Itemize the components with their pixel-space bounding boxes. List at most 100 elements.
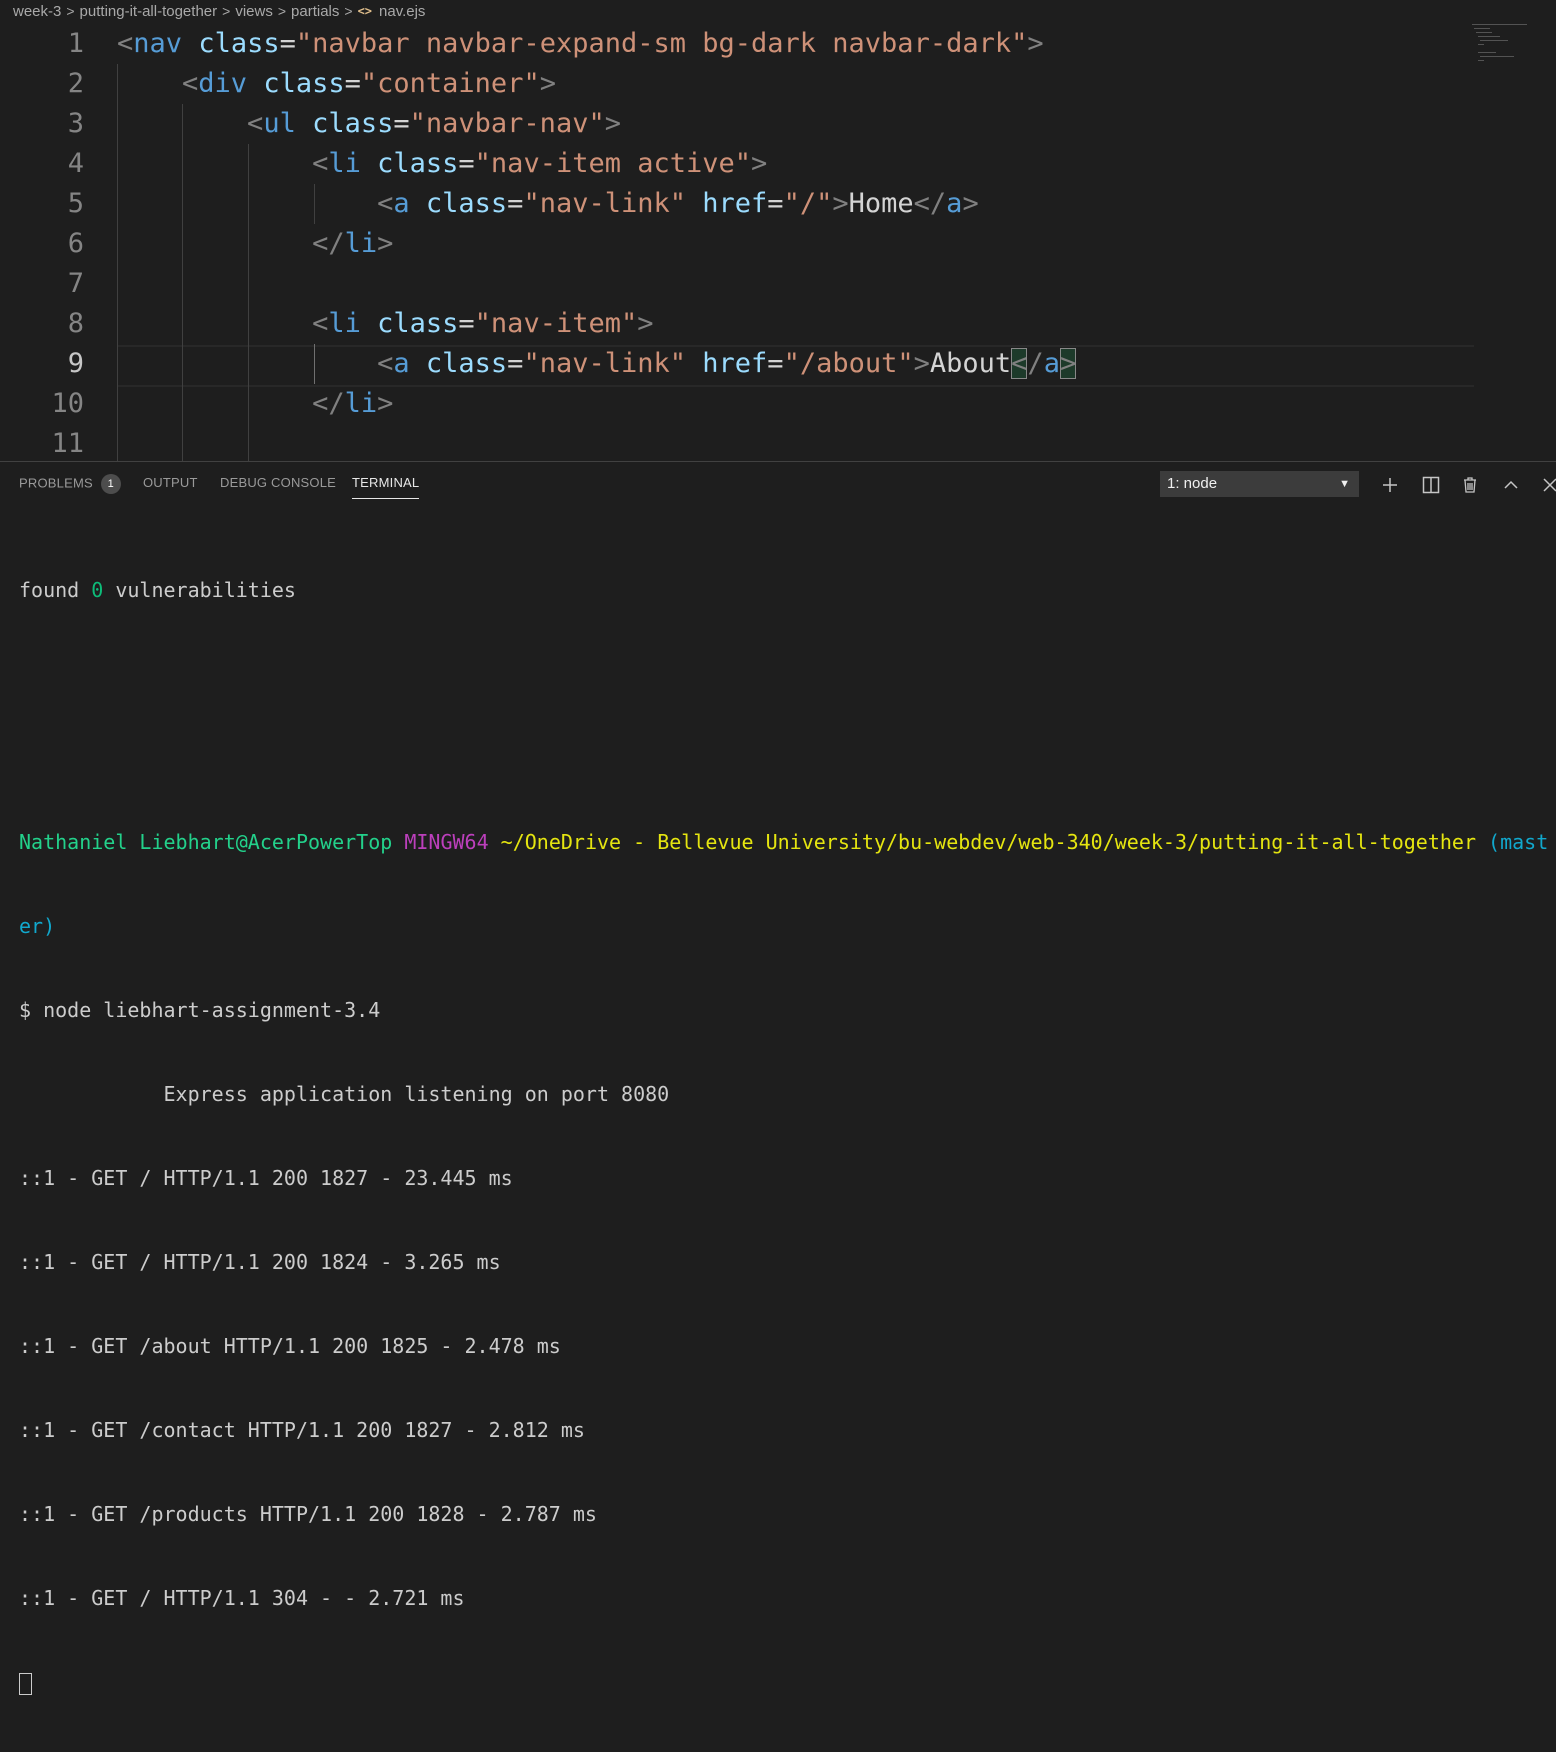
- code-line[interactable]: 2 <div class="container">: [0, 64, 1556, 104]
- code-content: <li class="nav-item">: [117, 304, 654, 344]
- chevron-right-icon: >: [344, 3, 353, 19]
- tag-bracket: >: [751, 148, 768, 179]
- tag-bracket: <: [247, 108, 264, 139]
- attr-value: "nav-link": [523, 188, 686, 219]
- minimap[interactable]: [1472, 24, 1542, 69]
- attr-name: href: [702, 188, 768, 219]
- prompt-env: MINGW64: [404, 830, 489, 854]
- terminal-output[interactable]: found 0 vulnerabilities Nathaniel Liebha…: [19, 520, 1549, 1752]
- tab-problems-label: PROBLEMS: [19, 475, 93, 491]
- attr-equals: =: [279, 28, 296, 59]
- tag-bracket: >: [637, 308, 654, 339]
- tag-bracket: /: [929, 188, 947, 219]
- breadcrumb-item-week-3[interactable]: week-3: [13, 3, 61, 20]
- angle-brackets-icon: <>: [357, 4, 373, 18]
- tab-output[interactable]: OUTPUT: [143, 475, 198, 490]
- tag-bracket: <: [182, 68, 199, 99]
- vulnerability-count: 0: [91, 578, 104, 602]
- tag-bracket: <: [117, 28, 134, 59]
- terminal-line: found 0 vulnerabilities: [19, 576, 1549, 604]
- attr-value: "/": [783, 188, 833, 219]
- tag-bracket: <: [312, 308, 329, 339]
- plus-icon[interactable]: [1379, 474, 1401, 496]
- breadcrumb-file[interactable]: nav.ejs: [379, 3, 425, 20]
- tag-bracket: >: [1059, 348, 1077, 379]
- problems-count-badge: 1: [100, 474, 121, 494]
- terminal-select[interactable]: 1: node ▼: [1160, 471, 1359, 497]
- element-text: Home: [848, 188, 914, 219]
- code-content: </li>: [117, 224, 393, 264]
- code-line[interactable]: 3 <ul class="navbar-nav">: [0, 104, 1556, 144]
- attr-equals: =: [344, 68, 361, 99]
- tag-name: nav: [133, 28, 183, 59]
- code-editor[interactable]: 1 <nav class="navbar navbar-expand-sm bg-…: [0, 24, 1556, 461]
- breadcrumb-item-views[interactable]: views: [235, 3, 273, 20]
- tab-problems[interactable]: PROBLEMS 1: [19, 474, 121, 494]
- tag-bracket: >: [377, 228, 394, 259]
- tag-name: a: [946, 188, 963, 219]
- attr-equals: =: [458, 148, 475, 179]
- code-line[interactable]: 4 <li class="nav-item active">: [0, 144, 1556, 184]
- code-line[interactable]: 8 <li class="nav-item">: [0, 304, 1556, 344]
- prompt-branch: (mast: [1488, 830, 1549, 854]
- prompt-branch-wrap: er): [19, 914, 56, 938]
- code-line[interactable]: 6 </li>: [0, 224, 1556, 264]
- tag-bracket: <: [1011, 348, 1028, 379]
- terminal-line: ::1 - GET / HTTP/1.1 200 1827 - 23.445 m…: [19, 1166, 513, 1190]
- terminal-command: $ node liebhart-assignment-3.4: [19, 998, 381, 1022]
- terminal-line: ::1 - GET /contact HTTP/1.1 200 1827 - 2…: [19, 1418, 585, 1442]
- line-number: 9: [67, 348, 84, 379]
- split-icon[interactable]: [1420, 474, 1442, 496]
- tag-name: ul: [263, 108, 296, 139]
- attr-name: href: [702, 348, 768, 379]
- code-line[interactable]: 11: [0, 424, 1556, 461]
- close-icon[interactable]: [1539, 474, 1556, 496]
- code-line[interactable]: 10 </li>: [0, 384, 1556, 424]
- tag-bracket: >: [604, 108, 621, 139]
- terminal-cursor: [19, 1672, 32, 1695]
- tab-debug-console[interactable]: DEBUG CONSOLE: [220, 475, 336, 490]
- chevron-right-icon: >: [222, 3, 231, 19]
- tag-bracket: <: [913, 188, 930, 219]
- tab-terminal[interactable]: TERMINAL: [352, 475, 420, 499]
- line-number: 7: [67, 268, 84, 299]
- attr-name: class: [425, 348, 508, 379]
- code-line[interactable]: 5 <a class="nav-link" href="/">Home</a>: [0, 184, 1556, 224]
- tag-bracket: <: [312, 148, 329, 179]
- code-content: <nav class="navbar navbar-expand-sm bg-d…: [117, 24, 1044, 64]
- attr-name: class: [198, 28, 280, 59]
- attr-name: class: [425, 188, 508, 219]
- terminal-line: ::1 - GET /products HTTP/1.1 200 1828 - …: [19, 1502, 597, 1526]
- line-number: 2: [67, 68, 84, 99]
- code-line[interactable]: 7: [0, 264, 1556, 304]
- prompt-user: Nathaniel Liebhart@AcerPowerTop: [19, 830, 393, 854]
- trash-icon[interactable]: [1459, 474, 1481, 496]
- code-content: <li class="nav-item active">: [117, 144, 767, 184]
- tag-bracket: >: [539, 68, 556, 99]
- code-content: <div class="container">: [117, 64, 556, 104]
- attr-equals: =: [393, 108, 410, 139]
- code-content: <ul class="navbar-nav">: [117, 104, 621, 144]
- tag-bracket: >: [913, 348, 930, 379]
- attr-name: class: [312, 108, 394, 139]
- line-number: 5: [67, 188, 84, 219]
- chevron-up-icon[interactable]: [1500, 474, 1522, 496]
- terminal-text: vulnerabilities: [103, 578, 296, 602]
- tag-bracket: </: [312, 228, 345, 259]
- line-number: 11: [51, 428, 84, 459]
- tag-name: li: [328, 148, 361, 179]
- attr-value: "nav-item": [474, 308, 638, 339]
- terminal-text: found: [19, 578, 92, 602]
- breadcrumb-item-partials[interactable]: partials: [291, 3, 339, 20]
- attr-value: "nav-item active": [474, 148, 752, 179]
- tag-bracket: >: [962, 188, 979, 219]
- terminal-line: Express application listening on port 80…: [19, 1082, 670, 1106]
- code-line[interactable]: 9 <a class="nav-link" href="/about">Abou…: [0, 344, 1556, 384]
- attr-value: "nav-link": [523, 348, 686, 379]
- tag-name: div: [198, 68, 248, 99]
- code-line[interactable]: 1 <nav class="navbar navbar-expand-sm bg-…: [0, 24, 1556, 64]
- breadcrumb: week-3 > putting-it-all-together > views…: [0, 0, 1556, 22]
- tag-name: a: [393, 188, 410, 219]
- attr-value: "container": [360, 68, 540, 99]
- breadcrumb-item-putting-it-all-together[interactable]: putting-it-all-together: [80, 3, 218, 20]
